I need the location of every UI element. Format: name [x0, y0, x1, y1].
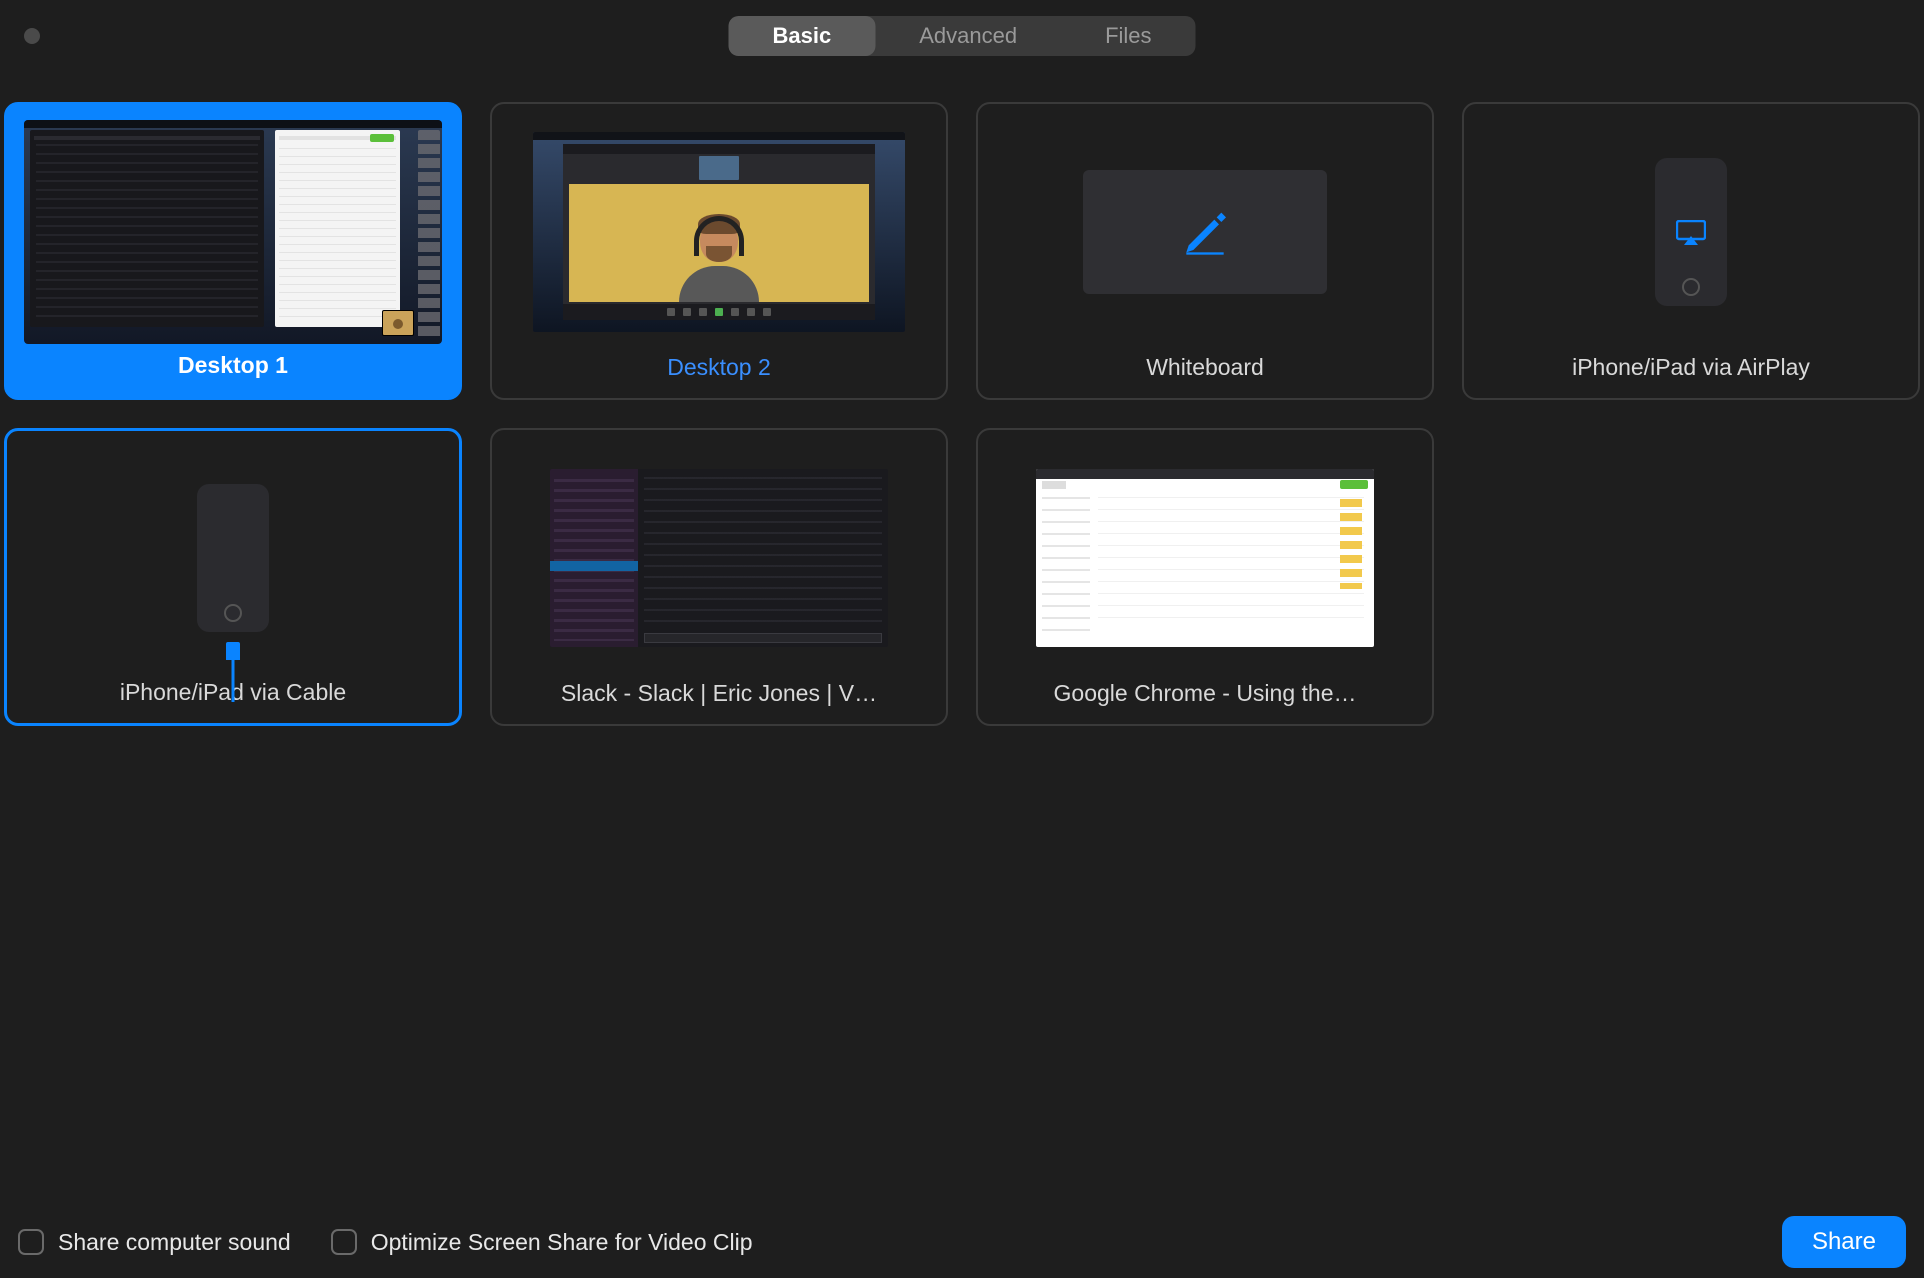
checkbox-box — [331, 1229, 357, 1255]
tile-app-slack[interactable]: Slack - Slack | Eric Jones | V… — [490, 428, 948, 726]
checkbox-share-sound[interactable]: Share computer sound — [18, 1229, 291, 1256]
tile-iphone-cable[interactable]: iPhone/iPad via Cable — [4, 428, 462, 726]
thumb-iphone-cable — [23, 445, 443, 671]
checkbox-label-share-sound: Share computer sound — [58, 1229, 291, 1256]
tile-label-iphone-airplay: iPhone/iPad via AirPlay — [1572, 346, 1810, 388]
checkbox-optimize-video[interactable]: Optimize Screen Share for Video Clip — [331, 1229, 753, 1256]
window-traffic-dot — [24, 28, 40, 44]
footer-bar: Share computer sound Optimize Screen Sha… — [0, 1206, 1924, 1278]
tile-app-chrome[interactable]: Google Chrome - Using the… — [976, 428, 1434, 726]
tab-advanced[interactable]: Advanced — [875, 16, 1061, 56]
share-button[interactable]: Share — [1782, 1216, 1906, 1268]
thumb-whiteboard — [994, 118, 1416, 346]
thumb-desktop-1 — [24, 120, 442, 344]
airplay-icon — [1676, 220, 1706, 251]
thumb-app-slack — [508, 444, 930, 672]
tile-desktop-1[interactable]: Desktop 1 — [4, 102, 462, 400]
share-options-grid: Desktop 1 — [4, 102, 1920, 726]
tab-basic[interactable]: Basic — [728, 16, 875, 56]
tab-files[interactable]: Files — [1061, 16, 1195, 56]
tile-label-desktop-2: Desktop 2 — [667, 346, 771, 388]
tile-whiteboard[interactable]: Whiteboard — [976, 102, 1434, 400]
tile-label-desktop-1: Desktop 1 — [178, 344, 288, 386]
tile-label-app-chrome: Google Chrome - Using the… — [1054, 672, 1357, 714]
thumb-iphone-airplay — [1480, 118, 1902, 346]
tile-label-app-slack: Slack - Slack | Eric Jones | V… — [561, 672, 877, 714]
thumb-desktop-2 — [508, 118, 930, 346]
share-tab-bar: Basic Advanced Files — [728, 16, 1195, 56]
tile-desktop-2[interactable]: Desktop 2 — [490, 102, 948, 400]
thumb-app-chrome — [994, 444, 1416, 672]
tile-iphone-airplay[interactable]: iPhone/iPad via AirPlay — [1462, 102, 1920, 400]
tile-label-whiteboard: Whiteboard — [1146, 346, 1264, 388]
marker-icon — [1177, 201, 1233, 262]
checkbox-label-optimize-video: Optimize Screen Share for Video Clip — [371, 1229, 753, 1256]
checkbox-box — [18, 1229, 44, 1255]
